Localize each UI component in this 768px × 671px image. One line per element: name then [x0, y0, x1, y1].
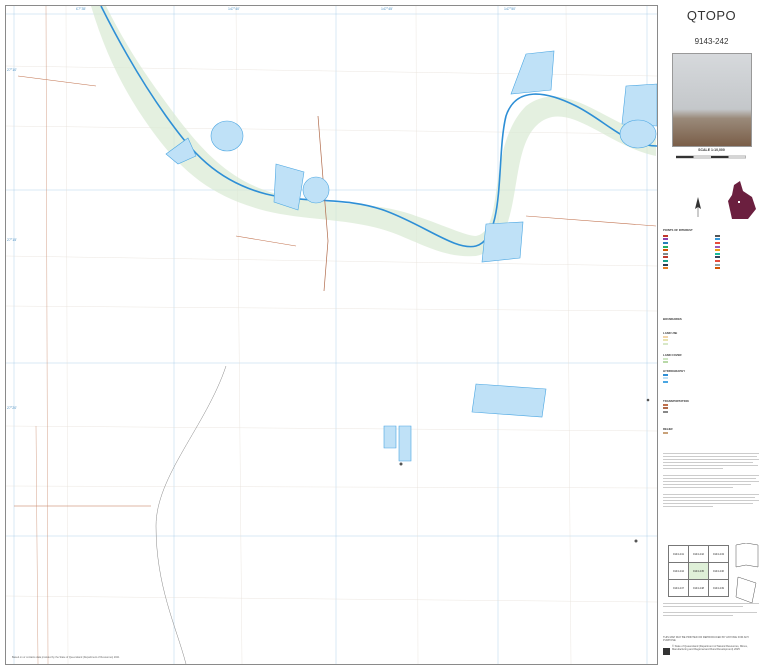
legend-symbol-grid — [663, 234, 761, 270]
sheet-index-grid: 9143-241 9143-242 9143-243 9143-244 9143… — [668, 545, 730, 597]
map-footer-note: Based on or contains data provided by th… — [12, 656, 120, 659]
topographic-map[interactable] — [6, 6, 657, 664]
cover-photo — [672, 53, 752, 147]
legend-points-of-interest: POINTS OF INTEREST — [663, 228, 761, 270]
index-cell[interactable]: 9143-243 — [708, 545, 729, 563]
legend-panel: QTOPO 9143-242 SCALE 1:10,000 POINTS OF … — [660, 5, 763, 663]
legend-boundaries: BOUNDARIES — [663, 317, 761, 321]
index-cell[interactable]: 9143-242 — [688, 545, 709, 563]
legend-heading: POINTS OF INTEREST — [663, 228, 693, 232]
print-note: THIS MAP MAY BE PRINTED OR REPRODUCED BY… — [663, 636, 750, 643]
legend-boundaries-heading: BOUNDARIES — [663, 317, 682, 321]
legend-land-cover: LAND COVER — [663, 353, 761, 364]
left-coord-2: 27°15' — [7, 238, 17, 242]
riparian-vegetation — [91, 6, 656, 257]
index-cell[interactable]: 9143-246 — [708, 562, 729, 580]
legend-hydrography: HYDROGRAPHY — [663, 369, 761, 384]
legend-transportation: TRANSPORTATION — [663, 399, 761, 414]
app-title: QTOPO — [686, 8, 737, 23]
left-coord-3: 27°20' — [7, 406, 17, 410]
tank-marker[interactable] — [646, 398, 650, 402]
scale-label: SCALE 1:10,000 — [698, 148, 725, 152]
index-cell[interactable]: 9143-249 — [708, 579, 729, 597]
bore-marker[interactable] — [634, 539, 638, 543]
index-cell[interactable]: 9143-248 — [688, 579, 709, 597]
locality-map-icon — [728, 181, 756, 219]
legend-relief: RELIEF — [663, 427, 761, 435]
left-coord-1: 27°10' — [7, 68, 17, 72]
top-coord-4: 147°50' — [504, 7, 516, 11]
index-cell[interactable]: 9143-247 — [668, 579, 689, 597]
map-fold-icon — [735, 543, 759, 604]
index-cell-current[interactable]: 9143-245 — [688, 562, 709, 580]
index-cell[interactable]: 9143-241 — [668, 545, 689, 563]
top-coord-2: 147°40' — [228, 7, 240, 11]
sheet-id: 9143-242 — [694, 37, 729, 46]
top-coord-3: 147°45' — [381, 7, 393, 11]
copyright: © State of Queensland (Department of Nat… — [672, 645, 748, 652]
homestead-marker[interactable] — [399, 462, 403, 466]
disclaimer-text-block — [663, 453, 761, 543]
creative-commons-icon — [663, 648, 670, 655]
index-cell[interactable]: 9143-244 — [668, 562, 689, 580]
map-frame[interactable]: Ɛ7°35' 147°40' 147°45' 147°50' 27°10' 27… — [5, 5, 658, 665]
scale-bar — [676, 155, 746, 159]
north-arrow-icon — [691, 197, 705, 217]
top-coord-1: Ɛ7°35' — [76, 7, 87, 11]
legend-land-use: LAND USE — [663, 331, 761, 346]
info-text-block — [663, 603, 761, 631]
